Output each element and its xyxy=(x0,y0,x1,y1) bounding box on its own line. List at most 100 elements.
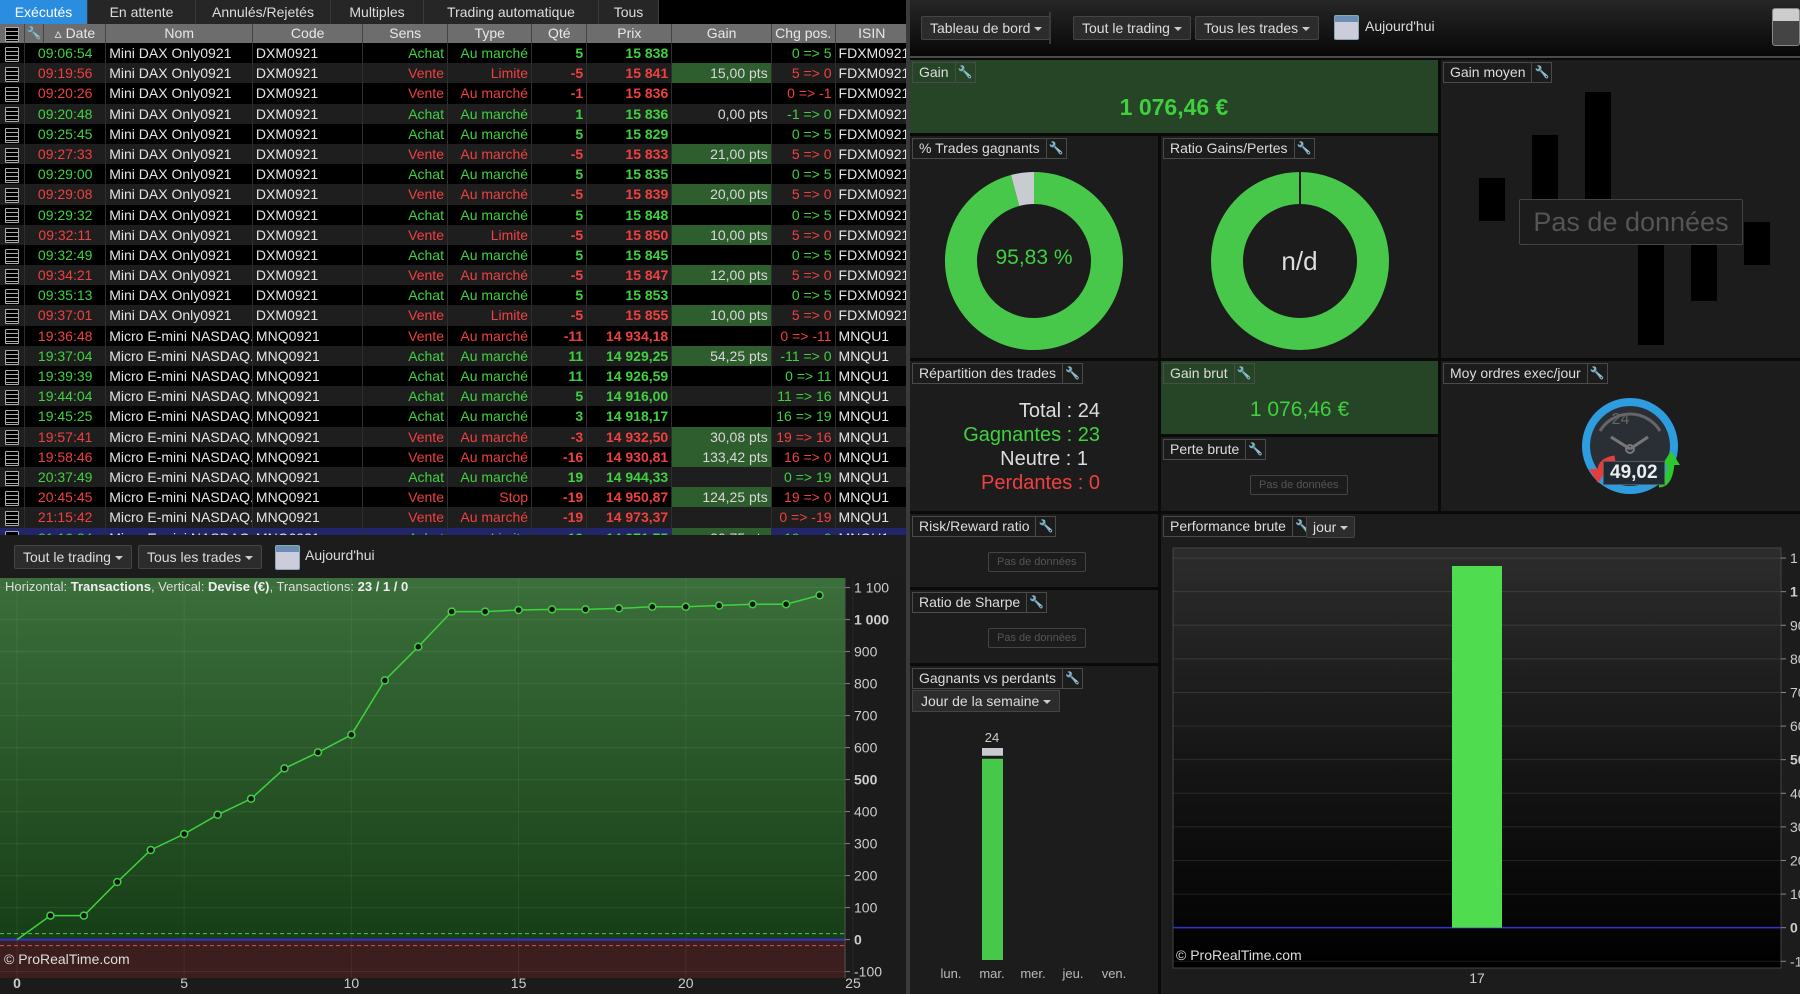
wrench-icon[interactable]: 🔧 xyxy=(1026,593,1046,612)
order-detail-icon[interactable] xyxy=(0,164,26,185)
wrench-icon[interactable]: 🔧 xyxy=(954,63,975,82)
wrench-icon[interactable]: 🔧 xyxy=(1061,364,1082,383)
table-row[interactable]: 09:37:01 Mini DAX Only0921 DXM0921 Vente Lim… xyxy=(0,305,908,326)
cell-qte: -5 xyxy=(532,63,588,84)
order-detail-icon[interactable] xyxy=(0,63,26,84)
table-row[interactable]: 19:39:39 Micro E-mini NASDAQ... MNQ0921 Ach… xyxy=(0,366,908,387)
table-row[interactable]: 09:20:26 Mini DAX Only0921 DXM0921 Vente Au … xyxy=(0,83,908,104)
dashboard-settings-icon[interactable] xyxy=(1772,8,1800,46)
cell-chg: 0 => 5 xyxy=(772,285,836,306)
tab-annul-s-rejet-s[interactable]: Annulés/Rejetés xyxy=(196,0,331,24)
date-range-label[interactable]: Aujourd'hui xyxy=(1365,18,1435,34)
order-detail-icon[interactable] xyxy=(0,406,26,427)
table-row[interactable]: 20:45:45 Micro E-mini NASDAQ... MNQ0921 Ven… xyxy=(0,487,908,508)
table-row[interactable]: 09:27:33 Mini DAX Only0921 DXM0921 Vente Au … xyxy=(0,143,908,165)
cell-type: Au marché xyxy=(448,466,533,488)
settings-wrench-icon[interactable]: 🔧 xyxy=(25,24,45,43)
trades-filter-dropdown[interactable]: Tous les trades xyxy=(1195,16,1320,40)
order-detail-icon[interactable] xyxy=(0,123,26,144)
trades-filter-dropdown[interactable]: Tous les trades xyxy=(138,545,263,569)
order-detail-icon[interactable] xyxy=(0,224,26,245)
dashboard-dropdown[interactable]: Tableau de bord xyxy=(921,16,1052,40)
order-detail-icon[interactable] xyxy=(0,345,26,366)
trading-filter-dropdown[interactable]: Tout le trading xyxy=(14,545,132,569)
table-row[interactable]: 19:45:25 Micro E-mini NASDAQ... MNQ0921 Ach… xyxy=(0,406,908,427)
wrench-icon[interactable]: 🔧 xyxy=(1233,364,1254,383)
x-tick-label: 10 xyxy=(344,975,360,991)
cell-sens: Vente xyxy=(363,426,448,447)
cell-code: DXM0921 xyxy=(253,184,363,205)
table-row[interactable]: 09:32:49 Mini DAX Only0921 DXM0921 Achat Au … xyxy=(0,244,908,266)
order-detail-icon[interactable] xyxy=(0,386,26,407)
trading-filter-dropdown[interactable]: Tout le trading xyxy=(1073,16,1191,40)
cell-prix: 14 950,87 xyxy=(587,487,673,508)
widget-title: Gain moyen 🔧 xyxy=(1443,62,1553,83)
widget-title: Gain 🔧 xyxy=(912,62,976,83)
table-row[interactable]: 21:15:42 Micro E-mini NASDAQ... MNQ0921 Ven… xyxy=(0,507,908,528)
order-detail-icon[interactable] xyxy=(0,366,26,387)
order-detail-icon[interactable] xyxy=(0,244,26,266)
wrench-icon[interactable]: 🔧 xyxy=(1531,63,1551,82)
column-label: Date xyxy=(65,25,96,41)
order-detail-icon[interactable] xyxy=(0,184,26,205)
tab-en-attente[interactable]: En attente xyxy=(88,0,196,24)
order-detail-icon[interactable] xyxy=(0,446,26,467)
order-detail-icon[interactable] xyxy=(0,143,26,165)
order-detail-icon[interactable] xyxy=(0,466,26,488)
order-detail-icon[interactable] xyxy=(0,507,26,528)
column-header-nom[interactable]: Nom xyxy=(106,24,254,43)
column-header-prix[interactable]: Prix xyxy=(587,24,673,43)
export-icon[interactable] xyxy=(0,24,26,43)
table-row[interactable]: 09:32:11 Mini DAX Only0921 DXM0921 Vente Lim… xyxy=(0,224,908,245)
table-row[interactable]: 20:37:49 Micro E-mini NASDAQ... MNQ0921 Ach… xyxy=(0,466,908,488)
order-detail-icon[interactable] xyxy=(0,305,26,326)
table-row[interactable]: 19:37:04 Micro E-mini NASDAQ... MNQ0921 Ach… xyxy=(0,345,908,366)
table-row[interactable]: 09:19:56 Mini DAX Only0921 DXM0921 Vente Lim… xyxy=(0,63,908,84)
order-detail-icon[interactable] xyxy=(0,43,26,64)
column-header-date[interactable]: ▵ Date xyxy=(44,24,107,43)
column-header-code[interactable]: Code xyxy=(253,24,364,43)
table-row[interactable]: 19:57:41 Micro E-mini NASDAQ... MNQ0921 Ven… xyxy=(0,426,908,447)
order-detail-icon[interactable] xyxy=(0,487,26,508)
wrench-icon[interactable]: 🔧 xyxy=(1245,440,1265,459)
column-header-chg-pos[interactable]: Chg pos. xyxy=(772,24,836,43)
cell-chg: 0 => 5 xyxy=(772,123,836,144)
column-header-gain[interactable]: Gain xyxy=(672,24,772,43)
column-header-type[interactable]: Type xyxy=(448,24,533,43)
cell-prix: 15 829 xyxy=(587,123,673,144)
equity-chart-header: Horizontal: Transactions, Vertical: Devi… xyxy=(5,579,408,594)
table-row[interactable]: 19:36:48 Micro E-mini NASDAQ... MNQ0921 Ven… xyxy=(0,325,908,346)
order-detail-icon[interactable] xyxy=(0,265,26,286)
table-row[interactable]: 09:20:48 Mini DAX Only0921 DXM0921 Achat Au … xyxy=(0,103,908,124)
order-detail-icon[interactable] xyxy=(0,426,26,447)
table-row[interactable]: 19:58:46 Micro E-mini NASDAQ... MNQ0921 Ven… xyxy=(0,446,908,467)
table-row[interactable]: 09:25:45 Mini DAX Only0921 DXM0921 Achat Au … xyxy=(0,123,908,144)
calendar-icon[interactable] xyxy=(1334,15,1359,40)
cell-sens: Achat xyxy=(363,123,448,144)
table-row[interactable]: 09:35:13 Mini DAX Only0921 DXM0921 Achat Au … xyxy=(0,285,908,306)
tab-trading-automatique[interactable]: Trading automatique xyxy=(424,0,599,24)
table-row[interactable]: 09:29:32 Mini DAX Only0921 DXM0921 Achat Au … xyxy=(0,204,908,225)
table-row[interactable]: 09:06:54 Mini DAX Only0921 DXM0921 Achat Au … xyxy=(0,43,908,64)
order-detail-icon[interactable] xyxy=(0,325,26,346)
order-detail-icon[interactable] xyxy=(0,83,26,104)
y-tick-label: 600 xyxy=(854,740,878,756)
table-row[interactable]: 19:44:04 Micro E-mini NASDAQ... MNQ0921 Ach… xyxy=(0,386,908,407)
tab-ex-cut-s[interactable]: Exécutés xyxy=(0,0,88,24)
table-row[interactable]: 09:34:21 Mini DAX Only0921 DXM0921 Vente Au … xyxy=(0,265,908,286)
order-detail-icon[interactable] xyxy=(0,103,26,124)
cell-qte: 5 xyxy=(532,43,588,64)
table-row[interactable]: 09:29:00 Mini DAX Only0921 DXM0921 Achat Au … xyxy=(0,164,908,185)
order-detail-icon[interactable] xyxy=(0,285,26,306)
calendar-icon[interactable] xyxy=(275,545,300,570)
order-detail-icon[interactable] xyxy=(0,204,26,225)
column-header-isin[interactable]: ISIN xyxy=(836,24,908,43)
tab-tous[interactable]: Tous xyxy=(599,0,659,24)
column-header-qte[interactable]: Qté xyxy=(532,24,588,43)
tab-multiples[interactable]: Multiples xyxy=(331,0,424,24)
column-header-sens[interactable]: Sens xyxy=(363,24,449,43)
date-range-label[interactable]: Aujourd'hui xyxy=(305,547,375,563)
wrench-icon[interactable]: 🔧 xyxy=(1035,517,1055,536)
table-row[interactable]: 09:29:08 Mini DAX Only0921 DXM0921 Vente Au … xyxy=(0,184,908,205)
neutral-bar xyxy=(982,748,1003,756)
